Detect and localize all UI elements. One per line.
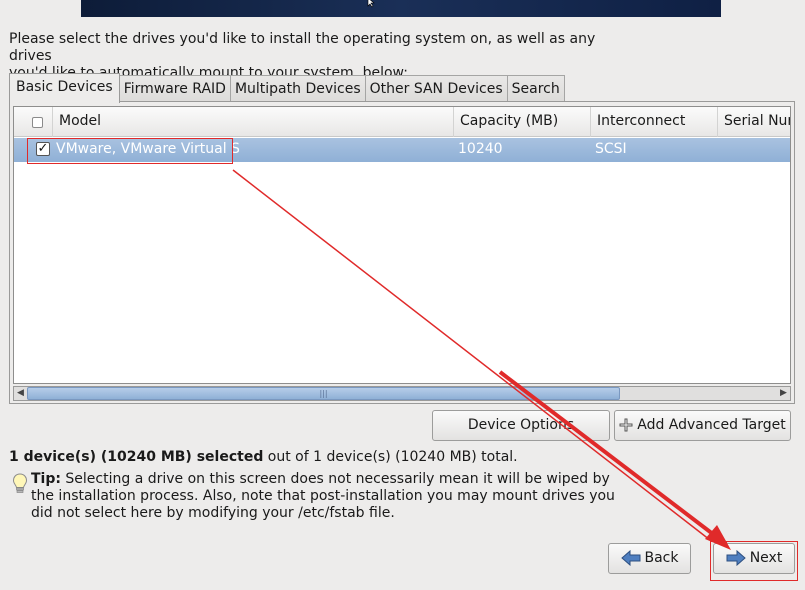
tab-basic-devices[interactable]: Basic Devices [9,73,120,103]
annotation-arrow [232,169,731,550]
